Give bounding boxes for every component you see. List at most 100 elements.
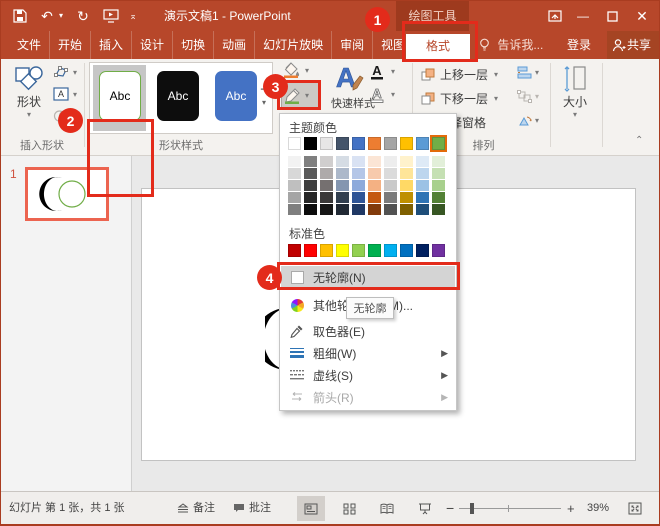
color-variant-swatch[interactable] xyxy=(384,168,397,179)
color-swatch[interactable] xyxy=(368,137,381,150)
color-variant-swatch[interactable] xyxy=(288,168,301,179)
color-swatch[interactable] xyxy=(416,244,429,257)
zoom-slider-track[interactable] xyxy=(459,508,561,509)
color-variant-swatch[interactable] xyxy=(368,168,381,179)
color-variant-swatch[interactable] xyxy=(432,156,445,167)
maximize-button[interactable] xyxy=(599,1,625,22)
color-variant-swatch[interactable] xyxy=(432,204,445,215)
color-variant-swatch[interactable] xyxy=(416,180,429,191)
color-swatch[interactable] xyxy=(368,244,381,257)
align-button[interactable]: ▾ xyxy=(517,66,532,79)
notes-button[interactable]: 备注 xyxy=(193,492,215,525)
share-button[interactable]: 共享 xyxy=(607,31,660,59)
color-swatch[interactable] xyxy=(336,244,349,257)
zoom-slider-thumb[interactable] xyxy=(470,503,474,514)
color-variant-swatch[interactable] xyxy=(368,180,381,191)
color-variant-swatch[interactable] xyxy=(400,156,413,167)
normal-view-button[interactable] xyxy=(297,496,325,521)
comments-button[interactable]: 批注 xyxy=(249,492,271,525)
color-variant-swatch[interactable] xyxy=(432,180,445,191)
color-variant-swatch[interactable] xyxy=(304,192,317,203)
color-swatch[interactable] xyxy=(384,137,397,150)
color-swatch[interactable] xyxy=(352,137,365,150)
customize-qat-icon[interactable]: ⌅ xyxy=(127,1,139,31)
tab-2[interactable]: 开始 xyxy=(50,31,91,59)
color-variant-swatch[interactable] xyxy=(320,204,333,215)
color-variant-swatch[interactable] xyxy=(320,168,333,179)
color-variant-swatch[interactable] xyxy=(416,156,429,167)
color-swatch[interactable] xyxy=(384,244,397,257)
send-backward-button[interactable]: 下移一层 ▾ xyxy=(421,90,498,107)
color-variant-swatch[interactable] xyxy=(416,204,429,215)
tell-me-item[interactable]: 告诉我... xyxy=(479,31,543,59)
text-box-button[interactable]: A ▾ xyxy=(53,87,69,101)
color-swatch[interactable] xyxy=(304,137,317,150)
color-variant-swatch[interactable] xyxy=(336,168,349,179)
color-variant-swatch[interactable] xyxy=(400,180,413,191)
text-fill-button[interactable]: A ▾ xyxy=(369,63,387,81)
color-variant-swatch[interactable] xyxy=(400,204,413,215)
tab-1[interactable]: 文件 xyxy=(9,31,50,59)
fit-to-window-icon[interactable] xyxy=(628,502,642,515)
color-variant-swatch[interactable] xyxy=(384,156,397,167)
color-variant-swatch[interactable] xyxy=(288,180,301,191)
color-variant-swatch[interactable] xyxy=(320,192,333,203)
color-swatch[interactable] xyxy=(288,244,301,257)
tab-6[interactable]: 动画 xyxy=(214,31,255,59)
color-swatch[interactable] xyxy=(320,244,333,257)
color-variant-swatch[interactable] xyxy=(320,180,333,191)
color-swatch[interactable] xyxy=(336,137,349,150)
shapes-button[interactable]: 形状 ▾ xyxy=(9,63,49,119)
color-swatch[interactable] xyxy=(400,137,413,150)
color-variant-swatch[interactable] xyxy=(432,168,445,179)
undo-dropdown-icon[interactable]: ▾ xyxy=(57,1,65,31)
ribbon-display-options-icon[interactable] xyxy=(542,1,568,22)
undo-icon[interactable]: ↶ xyxy=(37,1,57,31)
color-variant-swatch[interactable] xyxy=(400,192,413,203)
color-variant-swatch[interactable] xyxy=(352,204,365,215)
color-variant-swatch[interactable] xyxy=(368,192,381,203)
color-swatch[interactable] xyxy=(320,137,333,150)
color-variant-swatch[interactable] xyxy=(416,168,429,179)
color-variant-swatch[interactable] xyxy=(352,180,365,191)
tab-5[interactable]: 切换 xyxy=(173,31,214,59)
color-variant-swatch[interactable] xyxy=(368,204,381,215)
color-variant-swatch[interactable] xyxy=(304,156,317,167)
color-variant-swatch[interactable] xyxy=(432,192,445,203)
shape-style-option-1[interactable]: Abc xyxy=(99,71,141,121)
color-variant-swatch[interactable] xyxy=(352,156,365,167)
color-variant-swatch[interactable] xyxy=(320,156,333,167)
sign-in-item[interactable]: 登录 xyxy=(567,31,591,59)
redo-icon[interactable]: ↻ xyxy=(73,1,93,31)
reading-view-button[interactable] xyxy=(373,496,401,521)
color-variant-swatch[interactable] xyxy=(352,192,365,203)
bring-forward-button[interactable]: 上移一层 ▾ xyxy=(421,66,498,83)
quick-styles-button[interactable]: A 快速样式 xyxy=(331,61,367,111)
color-swatch[interactable] xyxy=(304,244,317,257)
color-swatch[interactable] xyxy=(352,244,365,257)
tab-4[interactable]: 设计 xyxy=(132,31,173,59)
shape-fill-button[interactable]: ▾ xyxy=(283,62,309,78)
rotate-button[interactable]: ▾ xyxy=(517,114,532,127)
color-swatch[interactable] xyxy=(432,244,445,257)
color-swatch[interactable] xyxy=(432,137,445,150)
color-variant-swatch[interactable] xyxy=(288,156,301,167)
slide-sorter-view-button[interactable] xyxy=(335,496,363,521)
menu-item-dashes[interactable]: 虚线(S) ▶ xyxy=(281,364,455,386)
color-variant-swatch[interactable] xyxy=(304,204,317,215)
color-swatch[interactable] xyxy=(288,137,301,150)
shape-style-option-3[interactable]: Abc xyxy=(215,71,257,121)
color-variant-swatch[interactable] xyxy=(336,204,349,215)
close-button[interactable]: ✕ xyxy=(629,1,655,31)
color-variant-swatch[interactable] xyxy=(304,168,317,179)
color-variant-swatch[interactable] xyxy=(336,192,349,203)
zoom-in-button[interactable]: + xyxy=(567,492,575,525)
menu-item-eyedropper[interactable]: 取色器(E) xyxy=(281,320,455,342)
color-variant-swatch[interactable] xyxy=(384,180,397,191)
tab-3[interactable]: 插入 xyxy=(91,31,132,59)
color-swatch[interactable] xyxy=(416,137,429,150)
shape-style-option-2[interactable]: Abc xyxy=(157,71,199,121)
color-variant-swatch[interactable] xyxy=(336,156,349,167)
color-variant-swatch[interactable] xyxy=(368,156,381,167)
tab-7[interactable]: 幻灯片放映 xyxy=(255,31,332,59)
